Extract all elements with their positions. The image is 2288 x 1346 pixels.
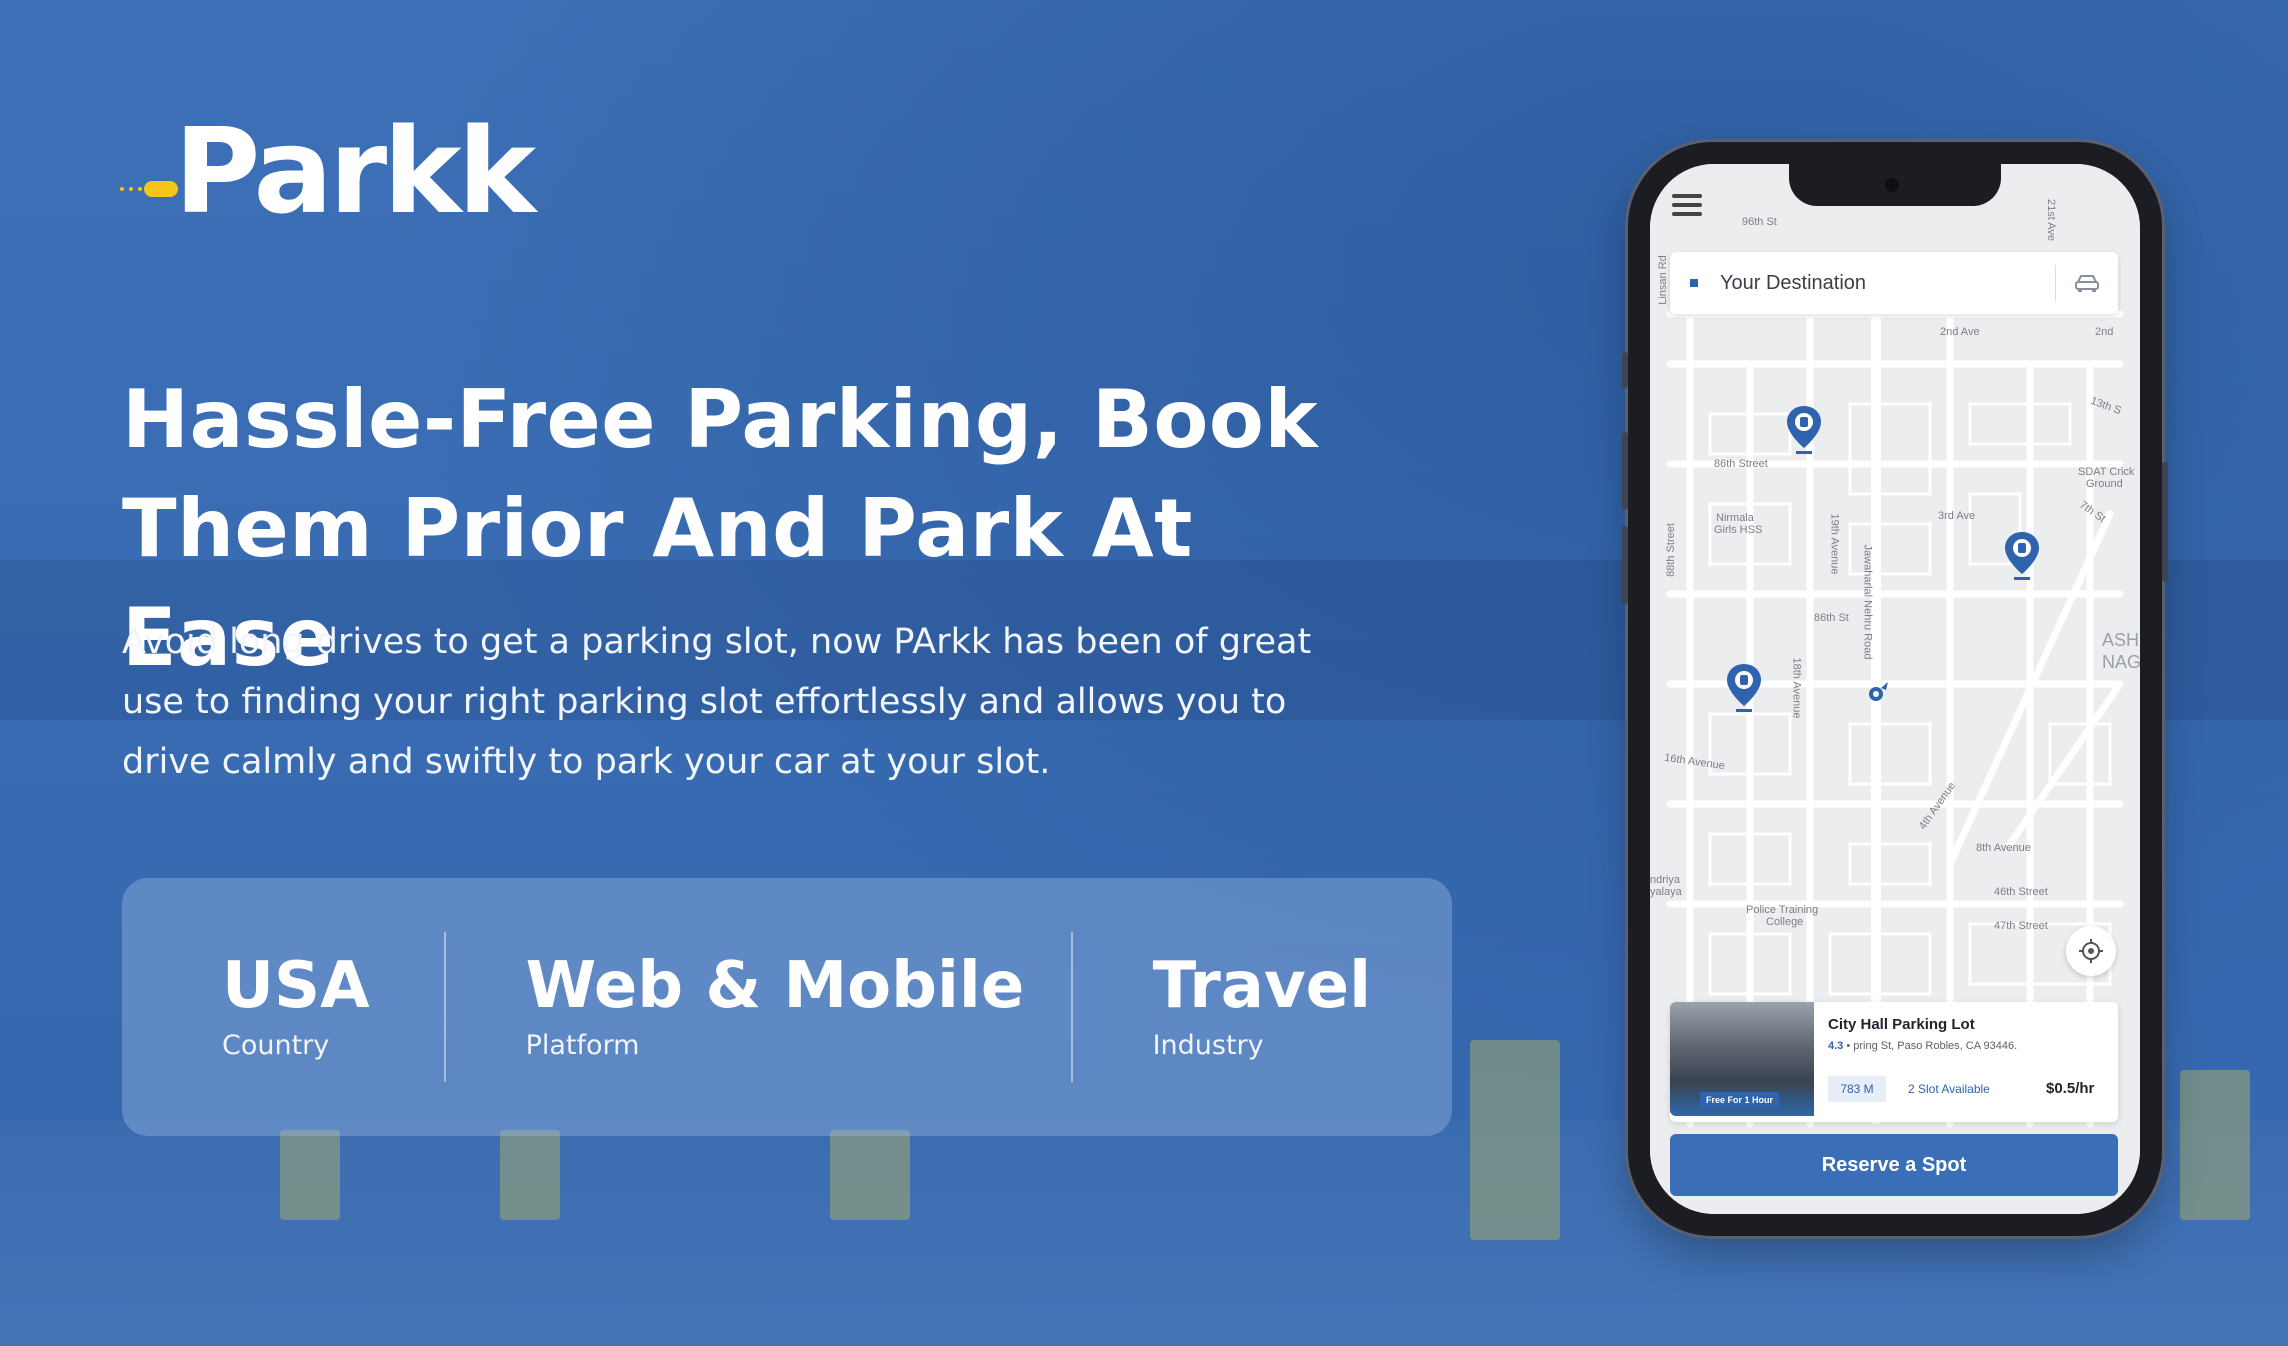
background-pillar: [500, 1130, 560, 1220]
map-label: NAG: [2102, 652, 2140, 672]
map-label: 2nd Ave: [1940, 326, 1980, 338]
map-label: Girls HSS: [1714, 524, 1763, 536]
map-label: 18th Avenue: [1790, 657, 1803, 719]
crosshair-icon: [2079, 939, 2103, 963]
stat-country: USA Country: [122, 878, 444, 1136]
lot-slots: 2 Slot Available: [1908, 1082, 1990, 1096]
stat-value: Web & Mobile: [525, 948, 1025, 1023]
recenter-location-button[interactable]: [2066, 926, 2116, 976]
reserve-spot-button[interactable]: Reserve a Spot: [1670, 1134, 2118, 1196]
map-label: 86th Street: [1714, 458, 1768, 470]
destination-search[interactable]: Your Destination: [1670, 252, 2118, 314]
map-label: ndriya: [1650, 874, 1680, 886]
phone-side-button: [1622, 526, 1628, 604]
map-label: Nirmala: [1716, 512, 1754, 524]
map-label: 88th Street: [1664, 523, 1677, 577]
app-screen: 96th St 21st Ave Linsan Rd 2nd Ave 2nd 1…: [1650, 164, 2140, 1214]
map-label: 86th St: [1814, 612, 1849, 624]
map-label: 21st Ave: [2045, 199, 2057, 241]
map-label: 8th Avenue: [1976, 842, 2031, 854]
stat-value: USA: [222, 948, 370, 1023]
map-label: Ground: [2086, 478, 2123, 490]
hamburger-menu-icon[interactable]: [1672, 194, 1702, 216]
background-pillar: [2180, 1070, 2250, 1220]
lot-rating-address: 4.3 • pring St, Paso Robles, CA 93446.: [1828, 1040, 2017, 1052]
background-pillar: [280, 1130, 340, 1220]
headline-line: Hassle-Free Parking, Book: [122, 373, 1319, 466]
destination-marker-icon: [1690, 279, 1698, 287]
brand-logo: Parkk: [120, 102, 536, 240]
map-label: SDAT Crick: [2078, 466, 2135, 478]
map-label: 3rd Ave: [1938, 510, 1976, 522]
stat-label: Country: [222, 1030, 330, 1062]
search-input[interactable]: Your Destination: [1720, 272, 2055, 295]
map-label: yalaya: [1650, 886, 1682, 898]
stat-label: Industry: [1152, 1030, 1264, 1062]
lot-distance: 783 M: [1828, 1076, 1886, 1102]
background-pillar: [1470, 1040, 1560, 1240]
stat-label: Platform: [525, 1030, 640, 1062]
stat-platform: Web & Mobile Platform: [446, 878, 1071, 1136]
hero-description: Avoid long drives to get a parking slot,…: [122, 622, 1312, 782]
map-label: 96th St: [1742, 216, 1777, 228]
lot-price: $0.5/hr: [2046, 1080, 2095, 1097]
stat-industry: Travel Industry: [1073, 878, 1452, 1136]
car-icon: [120, 151, 180, 197]
phone-side-button: [2162, 462, 2168, 582]
map-label: 46th Street: [1994, 886, 2048, 898]
stat-value: Travel: [1152, 948, 1371, 1023]
parking-lot-photo: Free For 1 Hour: [1670, 1002, 1814, 1116]
phone-side-button: [1622, 352, 1628, 388]
parking-pin-icon[interactable]: [2002, 530, 2042, 582]
car-icon[interactable]: [2056, 273, 2118, 293]
stats-card: USA Country Web & Mobile Platform Travel…: [122, 878, 1452, 1136]
phone-mockup: 96th St 21st Ave Linsan Rd 2nd Ave 2nd 1…: [1622, 142, 2168, 1236]
map-label: Linsan Rd: [1656, 255, 1669, 305]
map-label: 19th Avenue: [1828, 513, 1841, 575]
parking-lot-card[interactable]: Free For 1 Hour City Hall Parking Lot 4.…: [1670, 1002, 2118, 1122]
lot-rating: 4.3: [1828, 1040, 1844, 1052]
parking-pin-icon[interactable]: [1724, 662, 1764, 714]
map-label: ASH: [2102, 630, 2140, 650]
map-label: College: [1766, 916, 1804, 928]
free-hour-badge: Free For 1 Hour: [1700, 1092, 1780, 1108]
phone-notch: [1789, 164, 2001, 206]
map-label: Jawaharlal Nehru Road: [1861, 544, 1874, 660]
map-label: Police Training: [1746, 904, 1819, 916]
map-label: 2nd: [2095, 326, 2114, 338]
current-location-icon: [1869, 682, 1888, 701]
parking-pin-icon[interactable]: [1784, 404, 1824, 456]
phone-side-button: [1622, 432, 1628, 510]
map-label: 47th Street: [1994, 920, 2048, 932]
lot-name: City Hall Parking Lot: [1828, 1016, 1975, 1033]
background-pillar: [830, 1130, 910, 1220]
brand-name: Parkk: [174, 102, 536, 240]
lot-address: • pring St, Paso Robles, CA 93446.: [1843, 1040, 2018, 1052]
